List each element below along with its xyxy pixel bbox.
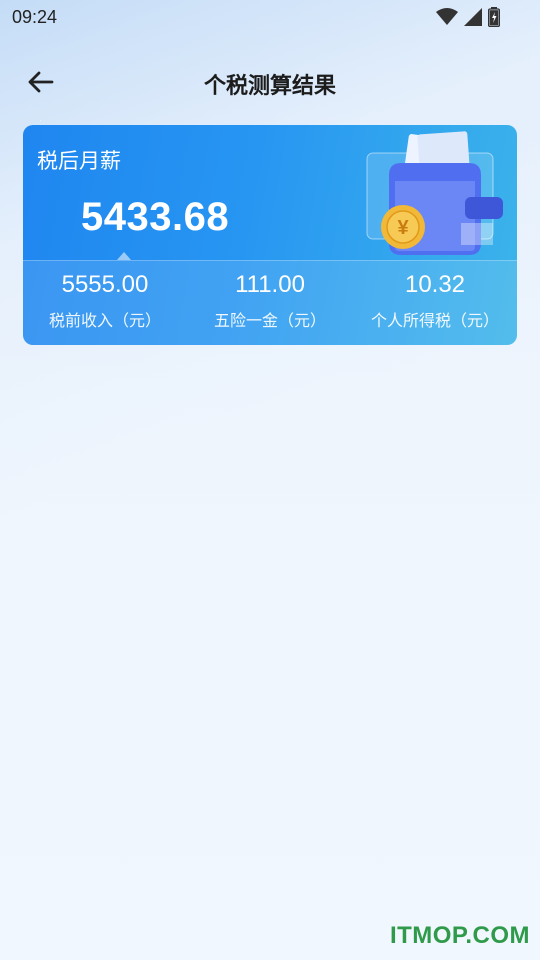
- stat-caption: 税前收入（元）: [48, 311, 161, 330]
- status-bar: 09:24: [0, 0, 540, 36]
- status-icons: [436, 7, 500, 27]
- result-card: 税后月薪 5433.68 ¥ 5555.00 税前收入（元） 111.00 五险…: [23, 125, 517, 345]
- stat-income-tax: 10.32 个人所得税（元）: [353, 271, 517, 331]
- net-salary-amount: 5433.68: [81, 195, 230, 239]
- caret-indicator: [117, 252, 131, 260]
- stat-value: 5555.00: [61, 271, 149, 298]
- page-title: 个税测算结果: [203, 74, 336, 99]
- status-time: 09:24: [12, 7, 58, 27]
- stat-value: 111.00: [235, 271, 305, 298]
- stat-social-insurance: 111.00 五险一金（元）: [188, 271, 352, 331]
- battery-icon: [488, 7, 500, 27]
- wallet-coin-icon: ¥: [366, 131, 503, 255]
- app-header: 个税测算结果: [0, 56, 540, 108]
- card-divider: [23, 260, 517, 261]
- stat-caption: 个人所得税（元）: [370, 311, 499, 330]
- svg-text:¥: ¥: [397, 217, 409, 239]
- signal-icon: [464, 8, 482, 26]
- stat-pre-tax-income: 5555.00 税前收入（元）: [23, 271, 187, 331]
- watermark-logo: ITMOP.COM: [389, 922, 530, 949]
- wifi-icon: [436, 8, 458, 25]
- stat-caption: 五险一金（元）: [213, 311, 326, 330]
- stat-value: 10.32: [404, 271, 466, 298]
- net-salary-label: 税后月薪: [37, 149, 121, 173]
- background-streak: [40, 120, 41, 121]
